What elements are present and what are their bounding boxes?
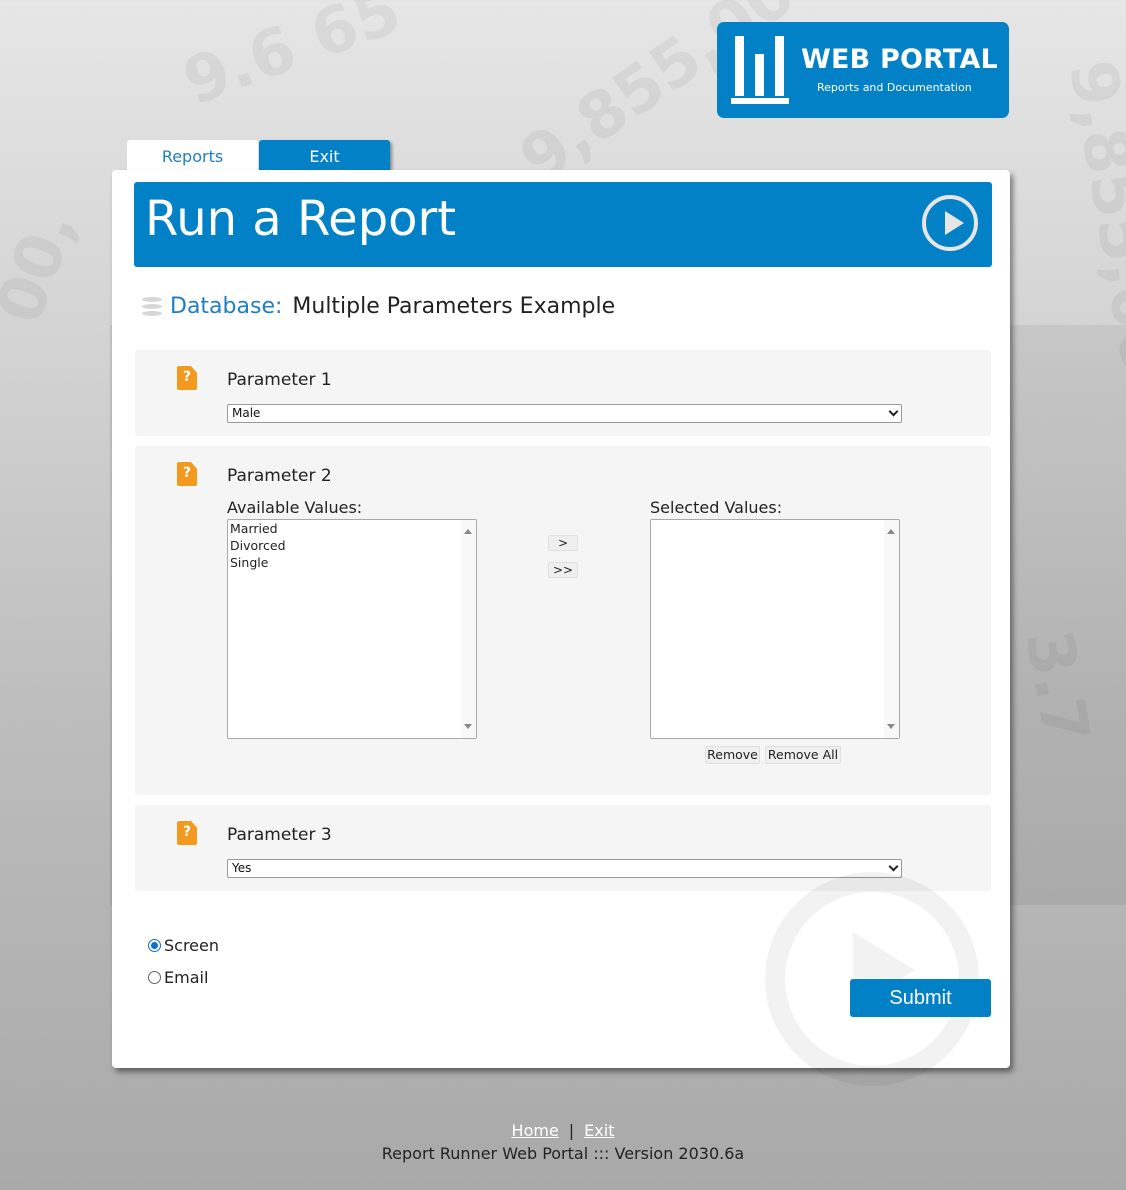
selected-values-label: Selected Values:	[650, 498, 783, 517]
remove-all-button[interactable]: Remove All	[765, 746, 841, 764]
background-decoration: 9.6 65	[174, 0, 411, 121]
bar-chart-logo-icon	[731, 30, 791, 110]
list-item[interactable]: Divorced	[228, 537, 476, 554]
output-email-option[interactable]: Email	[148, 968, 208, 987]
selected-values-list[interactable]	[650, 519, 900, 739]
home-link[interactable]: Home	[512, 1121, 559, 1140]
parameter-3-select[interactable]: Yes	[227, 859, 902, 878]
screen-radio[interactable]	[148, 939, 161, 952]
chevron-down-icon	[888, 406, 899, 417]
scrollbar[interactable]	[884, 520, 899, 738]
scrollbar[interactable]	[461, 520, 476, 738]
help-document-icon[interactable]	[177, 462, 197, 486]
tab-exit[interactable]: Exit	[259, 140, 390, 172]
output-screen-option[interactable]: Screen	[148, 936, 219, 955]
page-header: Run a Report	[134, 182, 992, 267]
logo-subtitle: Reports and Documentation	[817, 81, 972, 94]
exit-link[interactable]: Exit	[584, 1121, 614, 1140]
parameter-2-panel: Parameter 2 Available Values: Married Di…	[135, 446, 991, 795]
help-document-icon[interactable]	[177, 821, 197, 845]
logo-title: WEB PORTAL	[801, 44, 998, 75]
available-values-list[interactable]: Married Divorced Single	[227, 519, 477, 739]
list-item[interactable]: Single	[228, 554, 476, 571]
play-circle-icon[interactable]	[922, 195, 978, 251]
submit-button[interactable]: Submit	[850, 979, 991, 1017]
remove-button[interactable]: Remove	[705, 746, 760, 764]
tab-reports[interactable]: Reports	[127, 140, 258, 172]
screen-label: Screen	[164, 936, 220, 955]
help-document-icon[interactable]	[177, 366, 197, 390]
parameter-2-title: Parameter 2	[227, 466, 332, 486]
parameter-1-value: Male	[232, 406, 261, 420]
add-value-button[interactable]: >	[548, 535, 578, 551]
version-text: Report Runner Web Portal ::: Version 203…	[381, 1144, 745, 1163]
parameter-1-select[interactable]: Male	[227, 404, 902, 423]
email-radio[interactable]	[148, 971, 161, 984]
list-item[interactable]: Married	[228, 520, 476, 537]
database-line: Database: Multiple Parameters Example	[142, 294, 615, 319]
footer-links: Home | Exit	[0, 1121, 1126, 1140]
parameter-1-title: Parameter 1	[227, 370, 332, 390]
database-name: Multiple Parameters Example	[292, 294, 616, 319]
email-label: Email	[164, 968, 209, 987]
background-decoration: 00,	[0, 201, 91, 333]
database-label: Database:	[170, 294, 283, 319]
add-all-values-button[interactable]: >>	[548, 562, 578, 578]
page-title: Run a Report	[145, 191, 457, 247]
chevron-down-icon	[888, 861, 899, 872]
web-portal-logo: WEB PORTAL Reports and Documentation	[717, 22, 1009, 118]
parameter-1-panel: Parameter 1 Male	[135, 350, 991, 436]
footer-separator: |	[568, 1121, 575, 1140]
report-card: Run a Report Database: Multiple Paramete…	[112, 170, 1010, 1086]
parameter-3-title: Parameter 3	[227, 825, 332, 845]
database-icon	[142, 296, 162, 317]
parameter-3-value: Yes	[232, 861, 252, 875]
available-values-label: Available Values:	[227, 498, 363, 517]
